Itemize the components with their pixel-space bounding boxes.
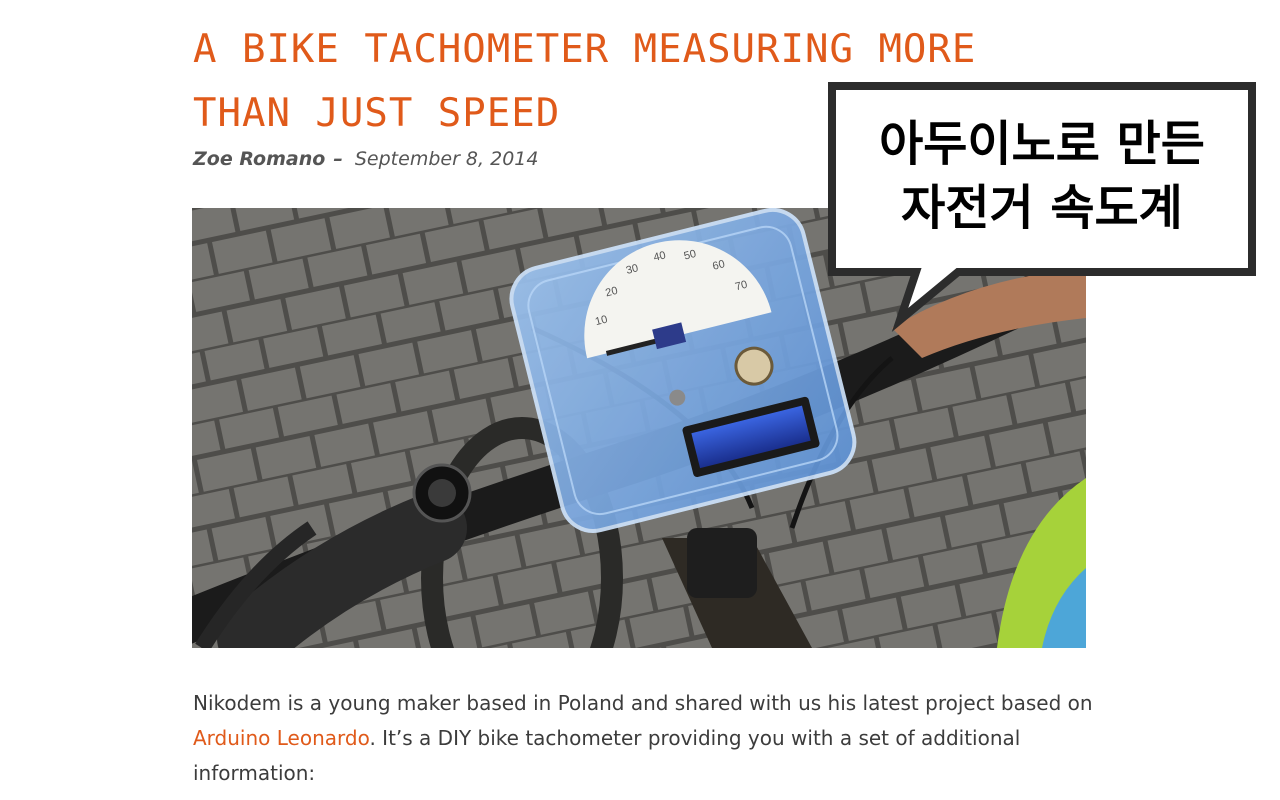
- post-title-line1[interactable]: A BIKE TACHOMETER MEASURING MORE: [193, 27, 976, 72]
- callout-line2: 자전거 속도계: [901, 180, 1183, 236]
- post-date: September 8, 2014: [354, 148, 539, 170]
- byline: Zoe Romano – September 8, 2014: [193, 148, 538, 170]
- post-title-line2[interactable]: THAN JUST SPEED: [193, 91, 560, 136]
- article-paragraph: Nikodem is a young maker based in Poland…: [193, 686, 1093, 791]
- callout-line1: 아두이노로 만든: [879, 116, 1205, 172]
- author-name[interactable]: Zoe Romano: [193, 148, 325, 170]
- speech-bubble-callout: 아두이노로 만든 자전거 속도계: [828, 82, 1256, 332]
- arduino-leonardo-link[interactable]: Arduino Leonardo: [193, 726, 369, 750]
- article-page: A BIKE TACHOMETER MEASURING MORE THAN JU…: [0, 0, 1280, 800]
- callout-text: 아두이노로 만든 자전거 속도계: [828, 112, 1256, 240]
- paragraph-text-1: Nikodem is a young maker based in Poland…: [193, 691, 1093, 715]
- stem-clamp: [687, 528, 757, 598]
- byline-separator: –: [333, 148, 343, 170]
